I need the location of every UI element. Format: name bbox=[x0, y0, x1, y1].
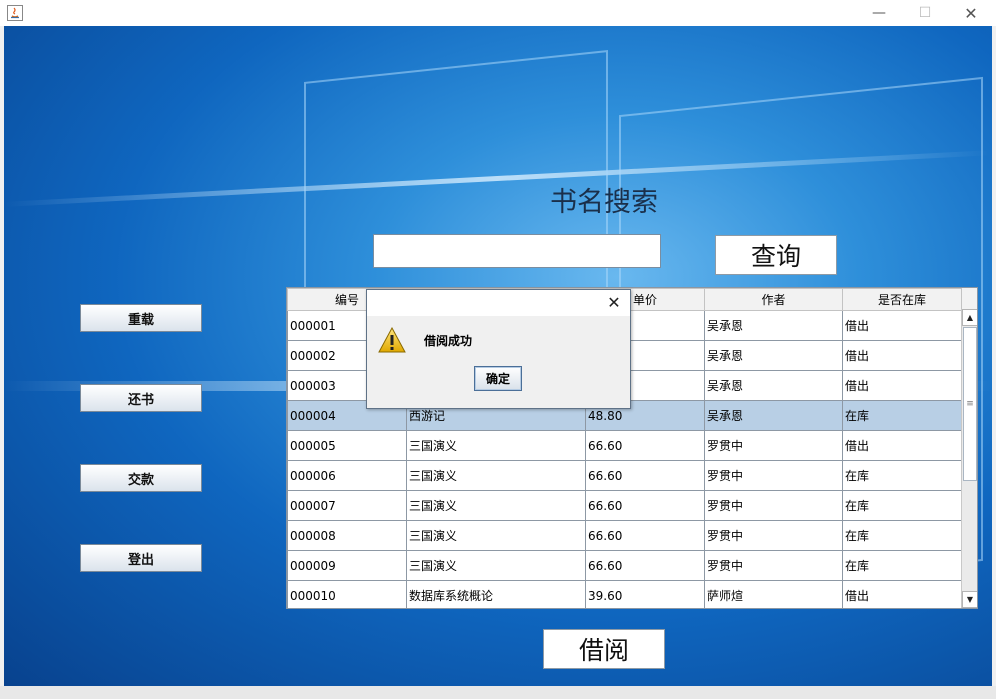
cell-in-stock[interactable]: 借出 bbox=[842, 310, 962, 341]
cell-price[interactable]: 66.60 bbox=[585, 490, 705, 521]
cell-price[interactable]: 66.60 bbox=[585, 430, 705, 461]
window-titlebar[interactable]: — ☐ ✕ bbox=[0, 0, 996, 26]
cell-title[interactable]: 三国演义 bbox=[406, 520, 586, 551]
cell-in-stock[interactable]: 在库 bbox=[842, 490, 962, 521]
cell-author[interactable]: 吴承恩 bbox=[704, 400, 843, 431]
table-scrollbar[interactable]: ▲ ≡ ▼ bbox=[961, 309, 977, 608]
cell-title[interactable]: 三国演义 bbox=[406, 430, 586, 461]
close-window-button[interactable]: ✕ bbox=[948, 0, 994, 26]
window-bottom-edge bbox=[0, 686, 996, 699]
scrollbar-thumb[interactable]: ≡ bbox=[963, 327, 977, 481]
borrow-button[interactable]: 借阅 bbox=[543, 629, 665, 669]
cell-author[interactable]: 罗贯中 bbox=[704, 550, 843, 581]
scroll-up-arrow-icon[interactable]: ▲ bbox=[962, 309, 977, 326]
cell-id[interactable]: 000007 bbox=[287, 490, 407, 521]
cell-id[interactable]: 000008 bbox=[287, 520, 407, 551]
maximize-button[interactable]: ☐ bbox=[902, 0, 948, 26]
cell-id[interactable]: 000010 bbox=[287, 580, 407, 608]
minimize-button[interactable]: — bbox=[856, 0, 902, 26]
cell-author[interactable]: 吴承恩 bbox=[704, 370, 843, 401]
scrollbar-header-corner bbox=[961, 288, 977, 309]
cell-author[interactable]: 萨师煊 bbox=[704, 580, 843, 608]
logout-button[interactable]: 登出 bbox=[80, 544, 202, 572]
cell-price[interactable]: 66.60 bbox=[585, 520, 705, 551]
dialog-titlebar[interactable]: ✕ bbox=[367, 290, 630, 316]
cell-in-stock[interactable]: 借出 bbox=[842, 580, 962, 608]
cell-author[interactable]: 罗贯中 bbox=[704, 430, 843, 461]
dialog-ok-button[interactable]: 确定 bbox=[474, 366, 522, 391]
cell-title[interactable]: 三国演义 bbox=[406, 460, 586, 491]
cell-price[interactable]: 39.60 bbox=[585, 580, 705, 608]
cell-title[interactable]: 三国演义 bbox=[406, 550, 586, 581]
warning-icon bbox=[378, 327, 406, 353]
return-book-button[interactable]: 还书 bbox=[80, 384, 202, 412]
cell-author[interactable]: 吴承恩 bbox=[704, 340, 843, 371]
cell-in-stock[interactable]: 借出 bbox=[842, 370, 962, 401]
table-row[interactable]: 000007 三国演义 66.60 罗贯中 在库 bbox=[287, 490, 962, 521]
table-row[interactable]: 000005 三国演义 66.60 罗贯中 借出 bbox=[287, 430, 962, 461]
table-row[interactable]: 000009 三国演义 66.60 罗贯中 在库 bbox=[287, 550, 962, 581]
scroll-down-arrow-icon[interactable]: ▼ bbox=[962, 591, 977, 608]
main-panel: 书名搜索 查询 重载 还书 交款 登出 编号 书名 单价 作者 是否在库 000… bbox=[4, 26, 992, 686]
cell-title[interactable]: 三国演义 bbox=[406, 490, 586, 521]
borrow-success-dialog: ✕ 借阅成功 确定 bbox=[366, 289, 631, 409]
dialog-message: 借阅成功 bbox=[424, 334, 473, 348]
table-row[interactable]: 000006 三国演义 66.60 罗贯中 在库 bbox=[287, 460, 962, 491]
table-row[interactable]: 000010 数据库系统概论 39.60 萨师煊 借出 bbox=[287, 580, 962, 608]
cell-in-stock[interactable]: 在库 bbox=[842, 460, 962, 491]
cell-author[interactable]: 罗贯中 bbox=[704, 460, 843, 491]
table-row[interactable]: 000008 三国演义 66.60 罗贯中 在库 bbox=[287, 520, 962, 551]
cell-price[interactable]: 66.60 bbox=[585, 550, 705, 581]
column-header-author[interactable]: 作者 bbox=[704, 288, 843, 311]
cell-in-stock[interactable]: 在库 bbox=[842, 520, 962, 551]
cell-author[interactable]: 吴承恩 bbox=[704, 310, 843, 341]
search-title: 书名搜索 bbox=[550, 187, 658, 218]
cell-in-stock[interactable]: 在库 bbox=[842, 400, 962, 431]
search-input[interactable] bbox=[373, 234, 661, 268]
cell-in-stock[interactable]: 在库 bbox=[842, 550, 962, 581]
cell-id[interactable]: 000005 bbox=[287, 430, 407, 461]
cell-price[interactable]: 66.60 bbox=[585, 460, 705, 491]
cell-title[interactable]: 数据库系统概论 bbox=[406, 580, 586, 608]
reload-button[interactable]: 重载 bbox=[80, 304, 202, 332]
cell-in-stock[interactable]: 借出 bbox=[842, 430, 962, 461]
column-header-in-stock[interactable]: 是否在库 bbox=[842, 288, 962, 311]
cell-id[interactable]: 000006 bbox=[287, 460, 407, 491]
pay-fine-button[interactable]: 交款 bbox=[80, 464, 202, 492]
cell-author[interactable]: 罗贯中 bbox=[704, 490, 843, 521]
query-button[interactable]: 查询 bbox=[715, 235, 837, 275]
java-app-icon bbox=[7, 5, 23, 21]
cell-in-stock[interactable]: 借出 bbox=[842, 340, 962, 371]
cell-id[interactable]: 000009 bbox=[287, 550, 407, 581]
cell-author[interactable]: 罗贯中 bbox=[704, 520, 843, 551]
dialog-close-button[interactable]: ✕ bbox=[604, 292, 624, 312]
